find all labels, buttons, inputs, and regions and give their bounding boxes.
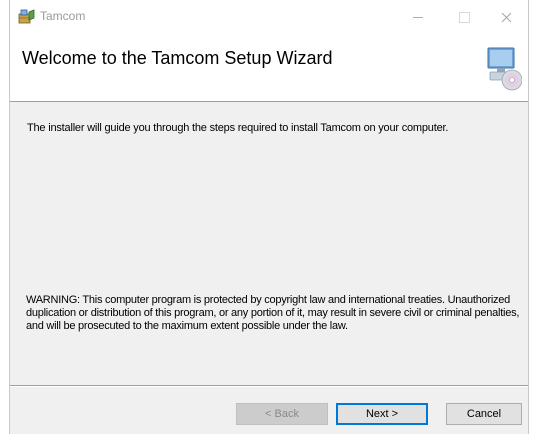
intro-text: The installer will guide you through the… [27, 122, 449, 134]
minimize-button[interactable] [396, 4, 440, 30]
footer-divider [10, 385, 528, 387]
back-button[interactable]: < Back [236, 403, 328, 425]
maximize-button[interactable] [442, 4, 486, 30]
close-button[interactable] [484, 4, 528, 30]
setup-wizard-window: Tamcom Welcome to the Tamcom Setup Wizar… [9, 0, 529, 434]
close-icon [501, 12, 511, 22]
page-title: Welcome to the Tamcom Setup Wizard [22, 48, 333, 68]
minimize-icon [413, 16, 423, 18]
installer-package-icon [18, 9, 35, 24]
window-title: Tamcom [40, 9, 86, 23]
copyright-warning: WARNING: This computer program is protec… [26, 294, 520, 332]
maximize-icon [458, 11, 470, 23]
wizard-header: Welcome to the Tamcom Setup Wizard [10, 31, 528, 102]
cancel-button[interactable]: Cancel [446, 403, 522, 425]
computer-cd-icon [487, 47, 522, 91]
next-button[interactable]: Next > [336, 403, 428, 425]
title-bar[interactable]: Tamcom [10, 0, 528, 31]
